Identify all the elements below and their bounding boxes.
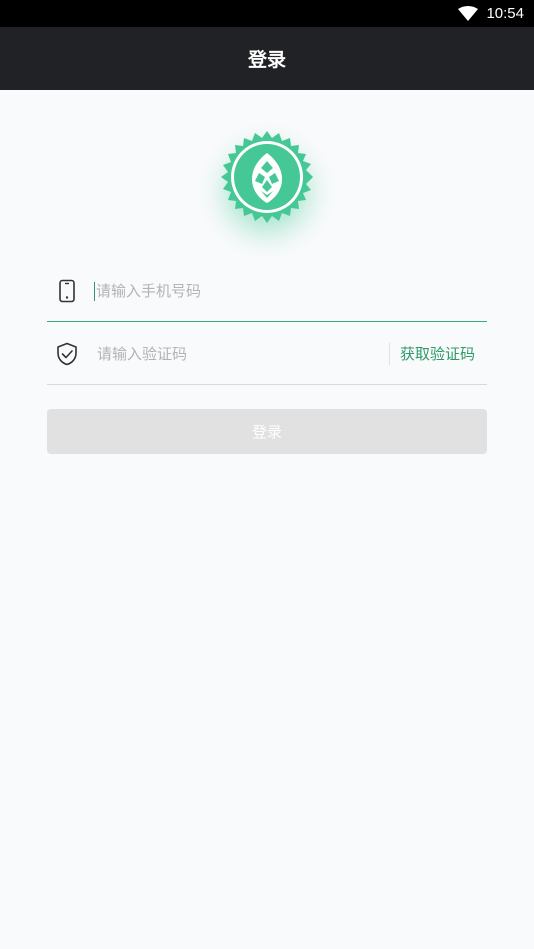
shield-check-icon	[47, 334, 87, 374]
status-bar: 10:54	[0, 0, 534, 27]
login-button-label: 登录	[251, 423, 282, 441]
text-cursor	[94, 282, 95, 301]
phone-placeholder: 请输入手机号码	[96, 282, 202, 300]
page-title: 登录	[247, 49, 286, 71]
status-time: 10:54	[486, 5, 524, 22]
code-input[interactable]: 请输入验证码	[97, 343, 389, 364]
phone-field[interactable]: 请输入手机号码	[47, 260, 487, 322]
get-code-button[interactable]: 获取验证码	[400, 343, 475, 364]
login-content: 请输入手机号码 请输入验证码 获取验证码 登录	[0, 90, 534, 949]
login-button[interactable]: 登录	[47, 409, 487, 454]
hop-logo-icon	[221, 131, 313, 223]
phone-input[interactable]: 请输入手机号码	[94, 280, 487, 301]
code-field[interactable]: 请输入验证码 获取验证码	[47, 323, 487, 385]
nav-bar: 登录	[0, 27, 534, 90]
field-divider	[388, 342, 390, 365]
phone-icon	[47, 271, 87, 311]
wifi-icon	[458, 5, 479, 21]
